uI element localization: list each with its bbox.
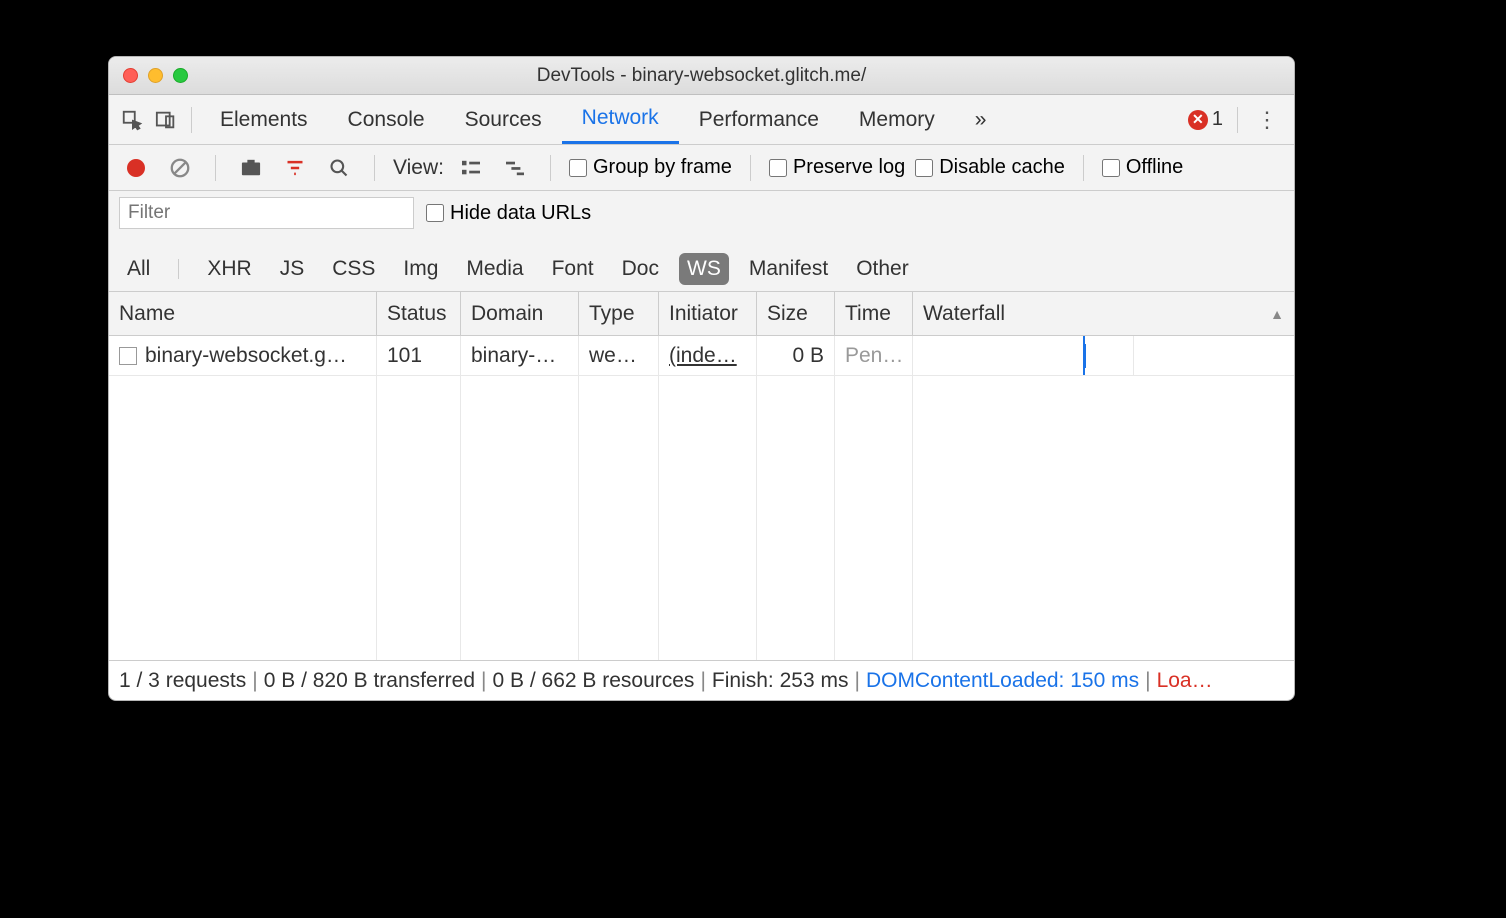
- status-bar: 1 / 3 requests | 0 B / 820 B transferred…: [109, 660, 1294, 700]
- offline-checkbox[interactable]: Offline: [1102, 156, 1183, 179]
- filter-js[interactable]: JS: [272, 253, 313, 285]
- filter-css[interactable]: CSS: [324, 253, 383, 285]
- col-time[interactable]: Time: [835, 292, 913, 335]
- col-initiator[interactable]: Initiator: [659, 292, 757, 335]
- cell-size: 0 B: [757, 336, 835, 375]
- close-window-button[interactable]: [123, 68, 138, 83]
- capture-screenshot-icon[interactable]: [234, 151, 268, 185]
- error-count-badge[interactable]: ✕ 1: [1188, 108, 1223, 131]
- zoom-window-button[interactable]: [173, 68, 188, 83]
- divider: [191, 107, 192, 133]
- tab-memory[interactable]: Memory: [839, 95, 955, 144]
- status-finish: Finish: 253 ms: [712, 669, 849, 693]
- device-toolbar-icon[interactable]: [149, 103, 183, 137]
- clear-button[interactable]: [163, 151, 197, 185]
- status-dcl: DOMContentLoaded: 150 ms: [866, 669, 1139, 693]
- cell-initiator: (inde…: [659, 336, 757, 375]
- filter-doc[interactable]: Doc: [614, 253, 667, 285]
- filter-other[interactable]: Other: [848, 253, 917, 285]
- col-waterfall[interactable]: Waterfall▲: [913, 292, 1294, 335]
- network-toolbar: View: Group by frame Preserve log Disabl…: [109, 145, 1294, 191]
- tab-console[interactable]: Console: [328, 95, 445, 144]
- minimize-window-button[interactable]: [148, 68, 163, 83]
- cell-time: Pen…: [835, 336, 913, 375]
- filter-xhr[interactable]: XHR: [199, 253, 259, 285]
- filter-media[interactable]: Media: [458, 253, 531, 285]
- filter-bar: Hide data URLs All XHR JS CSS Img Media …: [109, 191, 1294, 292]
- tab-performance[interactable]: Performance: [679, 95, 839, 144]
- divider: [550, 155, 551, 181]
- waterfall-view-icon[interactable]: [498, 151, 532, 185]
- col-status[interactable]: Status: [377, 292, 461, 335]
- inspect-element-icon[interactable]: [115, 103, 149, 137]
- filter-font[interactable]: Font: [544, 253, 602, 285]
- tab-elements[interactable]: Elements: [200, 95, 328, 144]
- window-title: DevTools - binary-websocket.glitch.me/: [109, 65, 1294, 87]
- cell-name: binary-websocket.g…: [109, 336, 377, 375]
- col-name[interactable]: Name: [109, 292, 377, 335]
- divider: [1237, 107, 1238, 133]
- window-controls: [109, 68, 188, 83]
- col-domain[interactable]: Domain: [461, 292, 579, 335]
- status-load: Loa…: [1157, 669, 1213, 693]
- error-count: 1: [1212, 108, 1223, 131]
- divider: [178, 259, 179, 279]
- titlebar: DevTools - binary-websocket.glitch.me/: [109, 57, 1294, 95]
- devtools-window: DevTools - binary-websocket.glitch.me/ E…: [108, 56, 1295, 701]
- group-by-frame-checkbox[interactable]: Group by frame: [569, 156, 732, 179]
- large-rows-icon[interactable]: [454, 151, 488, 185]
- filter-input[interactable]: [119, 197, 414, 229]
- search-icon[interactable]: [322, 151, 356, 185]
- hide-data-urls-checkbox[interactable]: Hide data URLs: [426, 202, 591, 225]
- tabs-overflow[interactable]: »: [955, 95, 1007, 144]
- table-row[interactable]: binary-websocket.g… 101 binary-… we… (in…: [109, 336, 1294, 376]
- filter-icon[interactable]: [278, 151, 312, 185]
- preserve-log-checkbox[interactable]: Preserve log: [769, 156, 905, 179]
- view-label: View:: [393, 156, 444, 180]
- filter-img[interactable]: Img: [395, 253, 446, 285]
- main-tabs: Elements Console Sources Network Perform…: [109, 95, 1294, 145]
- tab-sources[interactable]: Sources: [445, 95, 562, 144]
- cell-type: we…: [579, 336, 659, 375]
- status-transferred: 0 B / 820 B transferred: [264, 669, 475, 693]
- status-resources: 0 B / 662 B resources: [492, 669, 694, 693]
- tab-network[interactable]: Network: [562, 95, 679, 144]
- more-options-icon[interactable]: ⋮: [1246, 107, 1288, 133]
- sort-asc-icon: ▲: [1270, 306, 1284, 322]
- divider: [374, 155, 375, 181]
- divider: [1083, 155, 1084, 181]
- file-icon: [119, 347, 137, 365]
- cell-status: 101: [377, 336, 461, 375]
- cell-domain: binary-…: [461, 336, 579, 375]
- table-body: binary-websocket.g… 101 binary-… we… (in…: [109, 336, 1294, 660]
- record-button[interactable]: [119, 151, 153, 185]
- status-requests: 1 / 3 requests: [119, 669, 246, 693]
- filter-manifest[interactable]: Manifest: [741, 253, 836, 285]
- disable-cache-checkbox[interactable]: Disable cache: [915, 156, 1065, 179]
- error-icon: ✕: [1188, 110, 1208, 130]
- divider: [215, 155, 216, 181]
- col-size[interactable]: Size: [757, 292, 835, 335]
- filter-ws[interactable]: WS: [679, 253, 729, 285]
- col-type[interactable]: Type: [579, 292, 659, 335]
- table-header: Name Status Domain Type Initiator Size T…: [109, 292, 1294, 336]
- divider: [750, 155, 751, 181]
- cell-waterfall: [913, 336, 1294, 375]
- waterfall-marker: [1083, 336, 1085, 375]
- filter-all[interactable]: All: [119, 253, 158, 285]
